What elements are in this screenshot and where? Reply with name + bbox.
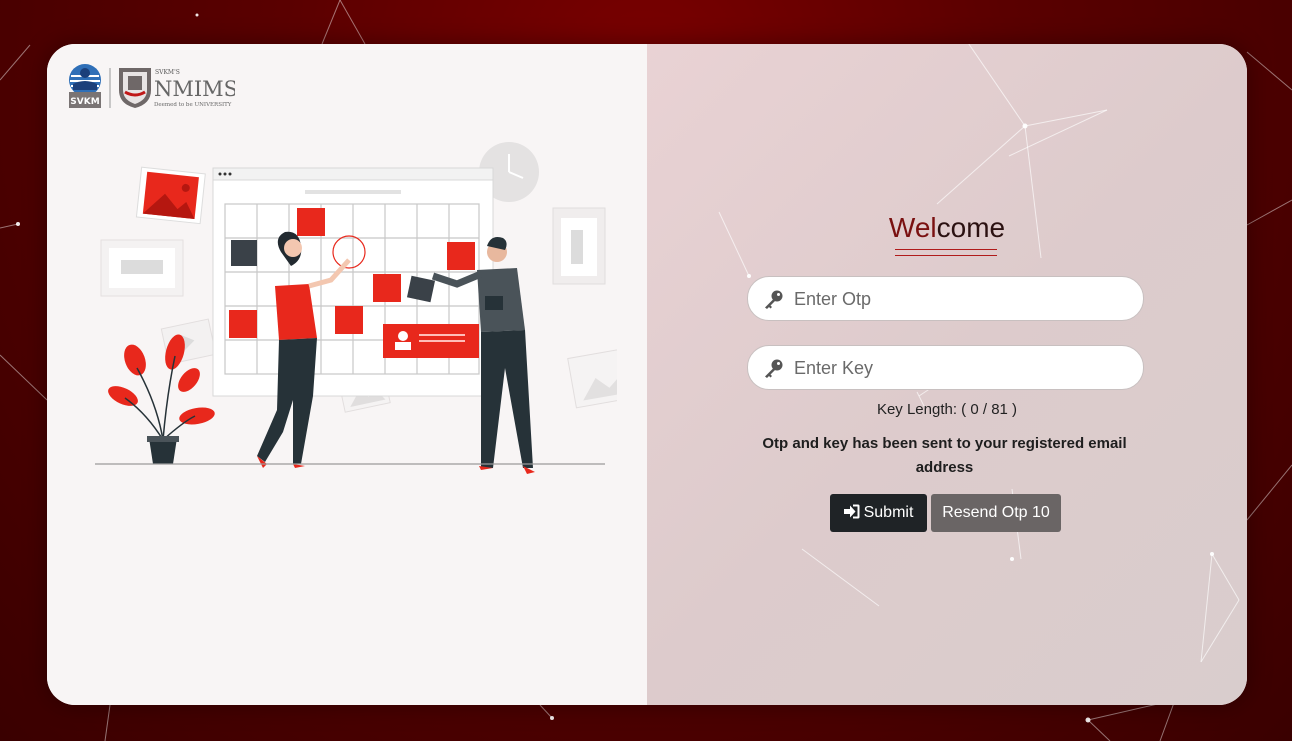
deemed-university-text: Deemed to be UNIVERSITY xyxy=(154,102,232,108)
welcome-underline xyxy=(895,249,997,256)
submit-label: Submit xyxy=(863,504,914,521)
welcome-heading-part1: Wel xyxy=(888,212,937,243)
login-form-panel: Welcome Key Length: ( 0 / 81 ) Otp and k… xyxy=(647,44,1247,705)
resend-otp-label: Resend Otp 10 xyxy=(942,504,1050,521)
illustration-panel: SVKM SVKM'S NMIMS Deemed to be UNIVERSIT… xyxy=(47,44,647,705)
nmims-text: NMIMS xyxy=(154,77,235,101)
key-icon xyxy=(765,290,783,309)
calendar-planning-illustration xyxy=(95,142,617,474)
key-length-counter: Key Length: ( 0 / 81 ) xyxy=(876,401,1018,418)
svkms-text: SVKM'S xyxy=(155,69,180,76)
key-icon xyxy=(765,359,783,378)
key-input[interactable] xyxy=(792,346,1136,391)
resend-otp-button[interactable]: Resend Otp 10 xyxy=(931,494,1061,532)
welcome-heading: Welcome xyxy=(647,212,1247,244)
submit-button[interactable]: Submit xyxy=(830,494,927,532)
otp-input[interactable] xyxy=(792,277,1136,322)
nmims-logo: SVKM SVKM'S NMIMS Deemed to be UNIVERSIT… xyxy=(69,64,235,108)
otp-field xyxy=(747,276,1144,322)
otp-sent-message: Otp and key has been sent to your regist… xyxy=(762,435,1127,476)
sign-in-icon xyxy=(843,504,860,519)
key-field xyxy=(747,345,1144,391)
svkm-text: SVKM xyxy=(70,97,99,107)
login-card: SVKM SVKM'S NMIMS Deemed to be UNIVERSIT… xyxy=(47,44,1247,705)
welcome-heading-part2: come xyxy=(936,212,1006,243)
